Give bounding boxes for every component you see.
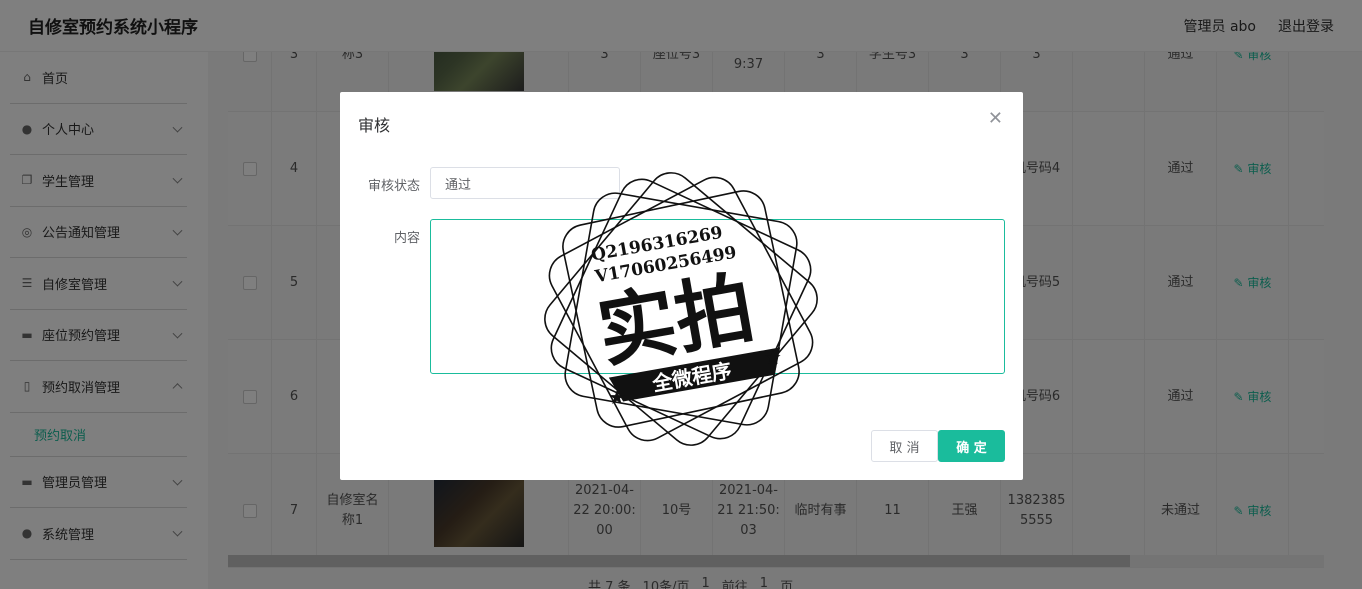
audit-dialog: 审核 ✕ 审核状态 通过 内容 取 消 确 定 xyxy=(340,92,1023,480)
confirm-button[interactable]: 确 定 xyxy=(938,430,1005,462)
cancel-button[interactable]: 取 消 xyxy=(871,430,938,462)
close-icon[interactable]: ✕ xyxy=(988,108,1003,129)
status-select-value: 通过 xyxy=(445,177,472,193)
content-textarea[interactable] xyxy=(430,219,1005,374)
content-label: 内容 xyxy=(393,231,420,246)
status-select[interactable]: 通过 xyxy=(430,167,620,199)
status-label: 审核状态 xyxy=(367,179,420,194)
dialog-title: 审核 xyxy=(358,116,391,135)
